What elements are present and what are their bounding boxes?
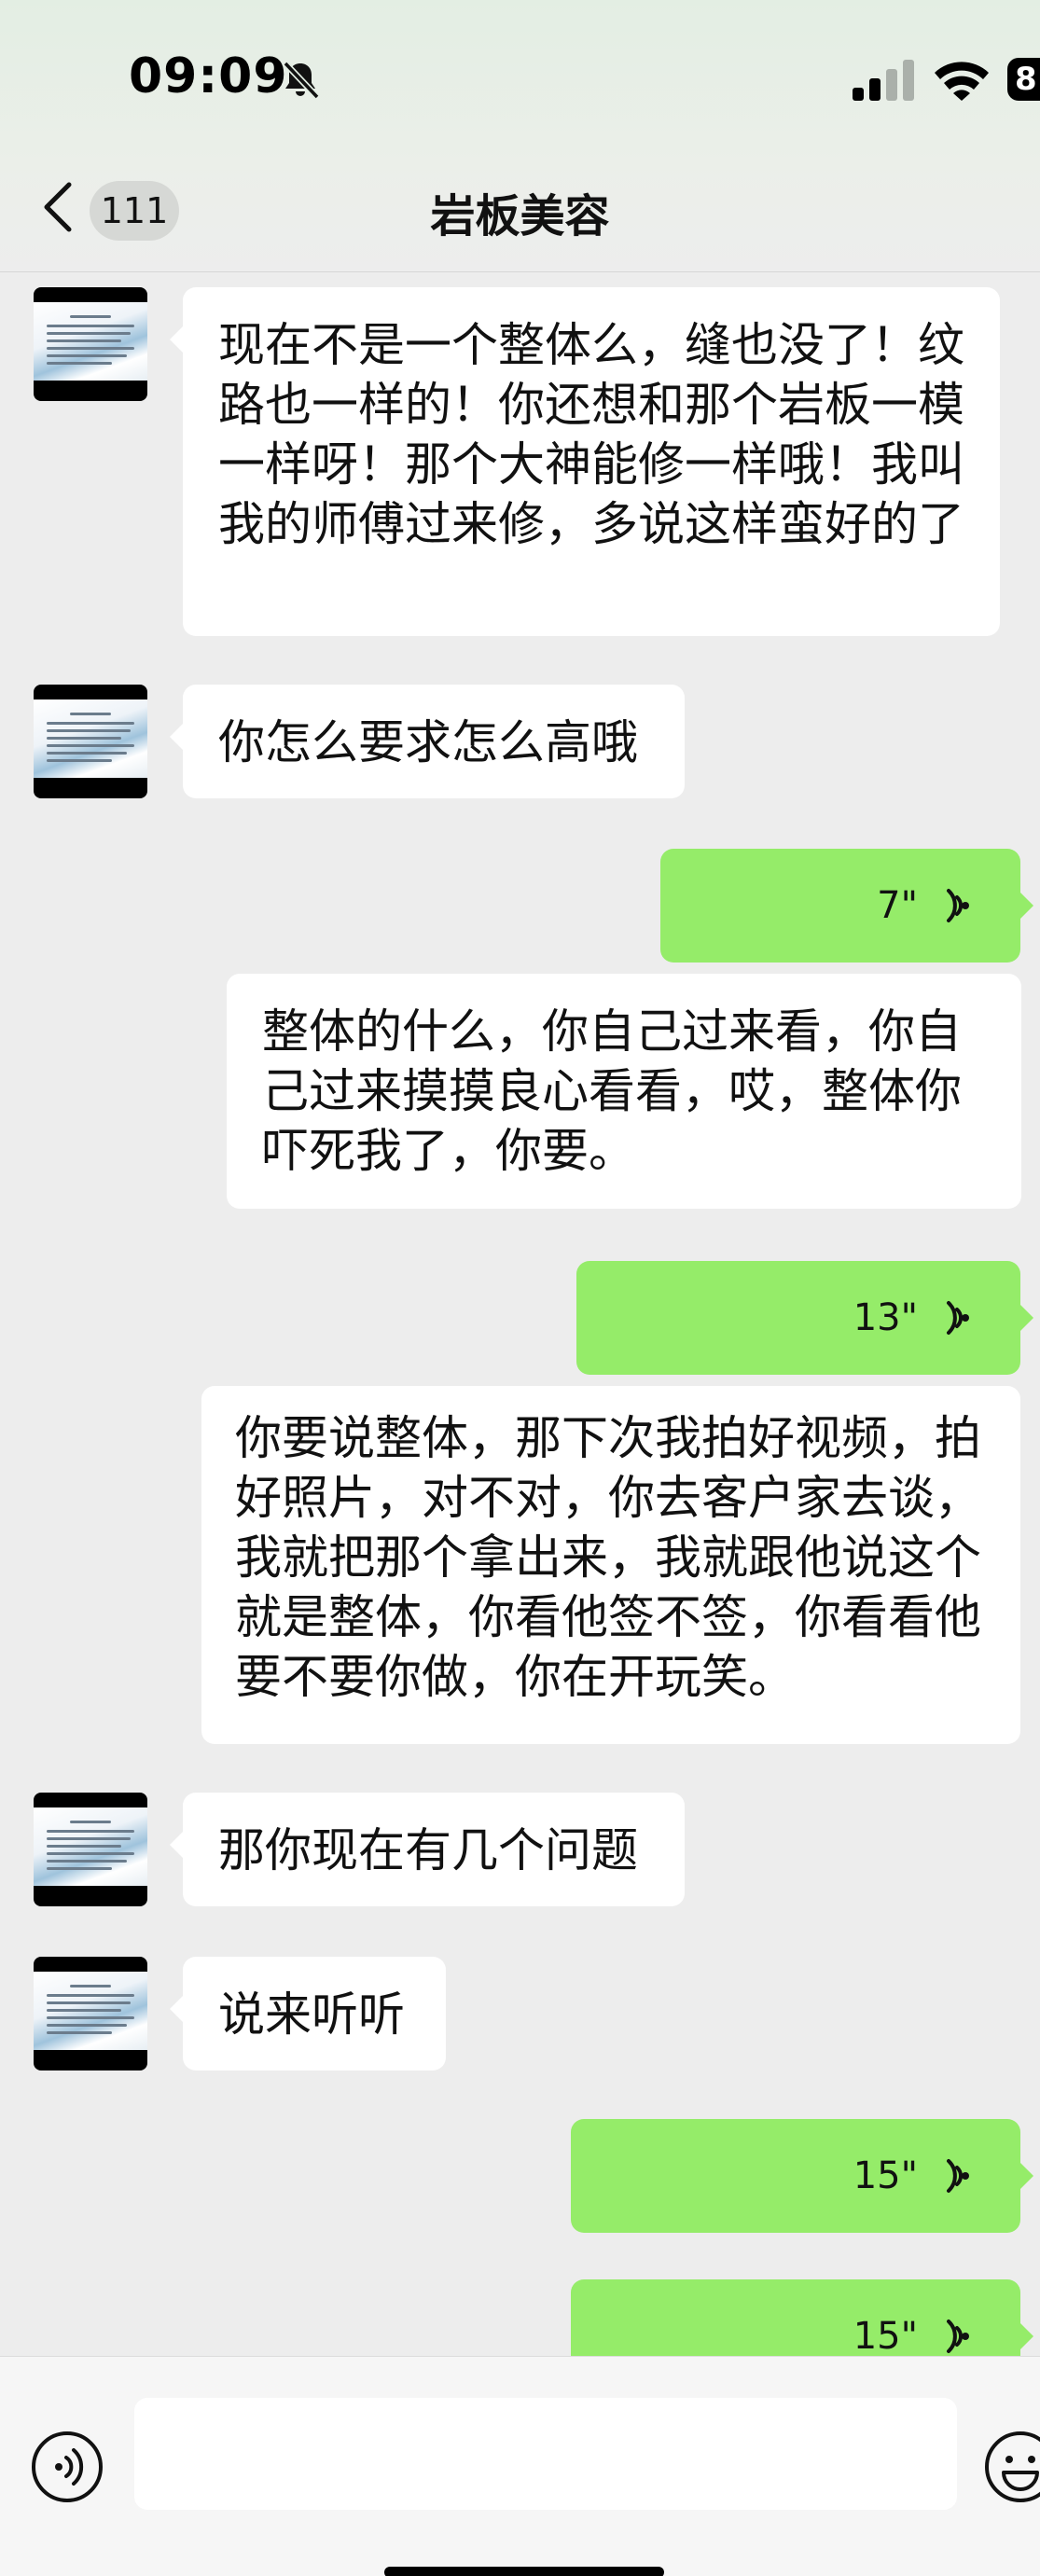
contact-avatar[interactable] xyxy=(34,1793,147,1906)
voice-input-icon[interactable] xyxy=(30,2430,104,2504)
voice-transcription[interactable]: 你要说整体，那下次我拍好视频，拍好照片，对不对，你去客户家去谈，我就把那个拿出来… xyxy=(201,1386,1020,1744)
message-bubble[interactable]: 说来听听 xyxy=(170,1957,446,2070)
voice-message[interactable]: 7" xyxy=(660,849,1033,963)
top-bar: 09:09 8 111 岩板美容 xyxy=(0,0,1040,272)
transcription-text: 你要说整体，那下次我拍好视频，拍好照片，对不对，你去客户家去谈，我就把那个拿出来… xyxy=(235,1411,981,1704)
message-text-input[interactable] xyxy=(134,2398,957,2510)
message-text: 你怎么要求怎么高哦 xyxy=(218,715,638,769)
voice-duration: 7" xyxy=(877,884,918,927)
voice-message[interactable]: 13" xyxy=(576,1261,1033,1375)
wifi-icon xyxy=(935,62,989,101)
voice-wave-icon xyxy=(947,2159,969,2193)
message-input-bar xyxy=(0,2356,1040,2576)
voice-message[interactable]: 15" xyxy=(571,2119,1033,2233)
transcription-text: 整体的什么，你自己过来看，你自己过来摸摸良心看看，哎，整体你吓死我了，你要。 xyxy=(262,1004,962,1178)
message-bubble[interactable]: 你怎么要求怎么高哦 xyxy=(170,685,685,798)
message-text: 说来听听 xyxy=(218,1987,405,2042)
home-indicator[interactable] xyxy=(384,2567,664,2576)
message-bubble[interactable]: 现在不是一个整体么，缝也没了！纹路也一样的！你还想和那个岩板一模一样呀！那个大神… xyxy=(170,287,1000,636)
cellular-signal-icon xyxy=(853,60,914,101)
battery-indicator: 8 xyxy=(1007,58,1040,101)
bell-off-icon xyxy=(283,61,320,100)
voice-duration: 13" xyxy=(853,1296,918,1339)
voice-duration: 15" xyxy=(853,2154,918,2197)
status-time: 09:09 xyxy=(129,48,288,104)
voice-wave-icon xyxy=(947,889,969,922)
battery-level: 8 xyxy=(1015,61,1037,98)
voice-wave-icon xyxy=(947,1301,969,1335)
contact-avatar[interactable] xyxy=(34,287,147,401)
contact-avatar[interactable] xyxy=(34,1957,147,2070)
message-text: 现在不是一个整体么，缝也没了！纹路也一样的！你还想和那个岩板一模一样呀！那个大神… xyxy=(218,318,964,551)
chat-title: 岩板美容 xyxy=(430,190,610,242)
contact-avatar[interactable] xyxy=(34,685,147,798)
message-text: 那你现在有几个问题 xyxy=(218,1823,638,1877)
emoji-icon[interactable] xyxy=(983,2430,1040,2504)
message-bubble[interactable]: 那你现在有几个问题 xyxy=(170,1793,685,1906)
voice-wave-icon xyxy=(947,2320,969,2353)
voice-transcription[interactable]: 整体的什么，你自己过来看，你自己过来摸摸良心看看，哎，整体你吓死我了，你要。 xyxy=(227,974,1021,1209)
